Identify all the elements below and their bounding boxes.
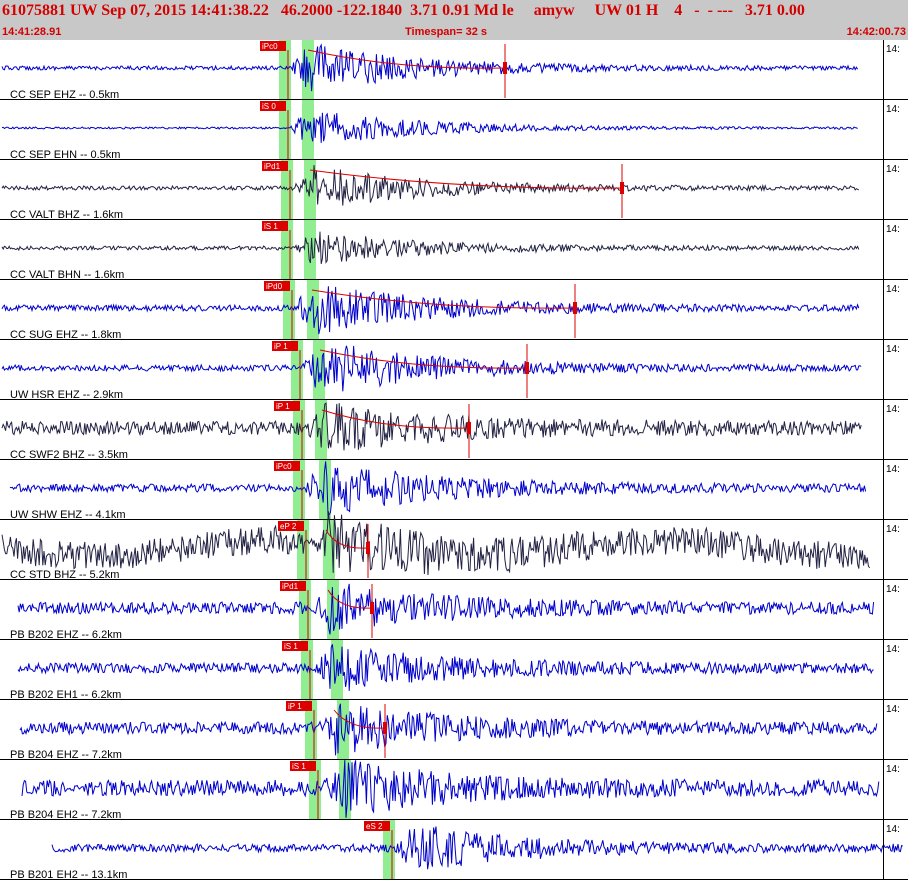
trace-row[interactable]: iS 1PB B202 EH1 -- 6.2km14: [0,640,908,701]
time-tick: 14: [886,764,900,775]
time-tick: 14: [886,404,900,415]
event-header: 61075881 UW Sep 07, 2015 14:41:38.22 46.… [0,0,908,40]
waveform [1,286,860,335]
phase-label: iPc0 [262,42,278,51]
time-tick: 14: [886,164,900,175]
time-tick: 14: [886,464,900,475]
seismogram-panel[interactable]: iPc0CC SEP EHZ -- 0.5km14:iS 0CC SEP EHN… [0,40,908,880]
phase-label: iPc0 [276,462,292,471]
waveform [17,644,874,691]
phase-label: iP 1 [288,702,302,711]
waveform [1,112,858,143]
pick-window [302,100,314,160]
phase-label: eP 2 [280,522,297,531]
waveform [21,760,880,818]
coda-pick-handle[interactable] [383,722,387,734]
trace-row[interactable]: iS 0CC SEP EHN -- 0.5km14: [0,100,908,161]
trace-row[interactable]: eS 2 PB B201 EH2 -- 13.1km 14: [0,820,908,880]
time-tick: 14: [886,284,900,295]
phase-label: iS 1 [284,642,298,651]
coda-pick-handle[interactable] [620,182,624,194]
trace-row[interactable]: iS 1PB B204 EH2 -- 7.2km14: [0,760,908,821]
coda-pick-handle[interactable] [573,302,577,314]
time-tick: 14: [886,704,900,715]
coda-pick-handle[interactable] [467,422,471,434]
trace-row[interactable]: iP 1UW HSR EHZ -- 2.9km14: [0,340,908,401]
waveform [1,231,860,265]
timespan: Timespan= 32 s [405,26,488,38]
waveform [1,345,862,392]
trace-row[interactable]: iPc0UW SHW EHZ -- 4.1km14: [0,460,908,521]
waveform [1,165,860,206]
phase-label: iPd1 [282,582,299,591]
phase-label: iPd1 [264,162,281,171]
trace-row[interactable]: iPd1CC VALT BHZ -- 1.6km14: [0,160,908,221]
time-tick: 14: [886,44,900,55]
trace-row[interactable]: iS 1CC VALT BHN -- 1.6km14: [0,220,908,281]
coda-pick-handle[interactable] [370,602,374,614]
phase-label: eS 2 [366,822,383,831]
end-time: 14:42:00.73 [846,26,906,38]
coda-curve [319,349,528,369]
phase-label: iS 0 [262,102,276,111]
coda-pick-handle[interactable] [525,362,529,374]
station-label: PB B201 EH2 -- 13.1km [10,869,127,880]
pick-window [313,340,325,400]
event-summary: 61075881 UW Sep 07, 2015 14:41:38.22 46.… [2,2,805,19]
waveform [51,826,904,870]
start-time: 14:41:28.91 [2,26,62,38]
trace-row[interactable]: iPc0CC SEP EHZ -- 0.5km14: [0,40,908,101]
trace-row[interactable]: iP 1CC SWF2 BHZ -- 3.5km14: [0,400,908,461]
phase-label: iP 1 [274,342,288,351]
waveform [9,461,867,517]
time-tick: 14: [886,824,900,835]
phase-label: iS 1 [264,222,278,231]
time-tick: 14: [886,104,900,115]
waveform [1,511,871,576]
coda-pick-handle[interactable] [366,542,370,554]
phase-label: iPd0 [266,282,283,291]
trace-row[interactable]: iP 1PB B204 EHZ -- 7.2km14: [0,700,908,761]
time-tick: 14: [886,344,900,355]
trace-row[interactable]: iPd0CC SUG EHZ -- 1.8km14: [0,280,908,341]
time-tick: 14: [886,524,900,535]
coda-pick-handle[interactable] [503,62,507,74]
waveform [17,583,875,635]
waveform [19,703,878,756]
phase-label: iP 1 [276,402,290,411]
time-tick: 14: [886,644,900,655]
time-tick: 14: [886,224,900,235]
waveform [1,43,859,92]
phase-label: iS 1 [292,762,306,771]
time-tick: 14: [886,584,900,595]
trace-row[interactable]: iPd1PB B202 EHZ -- 6.2km14: [0,580,908,641]
trace-row[interactable]: eP 2CC STD BHZ -- 5.2km14: [0,511,908,581]
waveform [1,402,862,451]
